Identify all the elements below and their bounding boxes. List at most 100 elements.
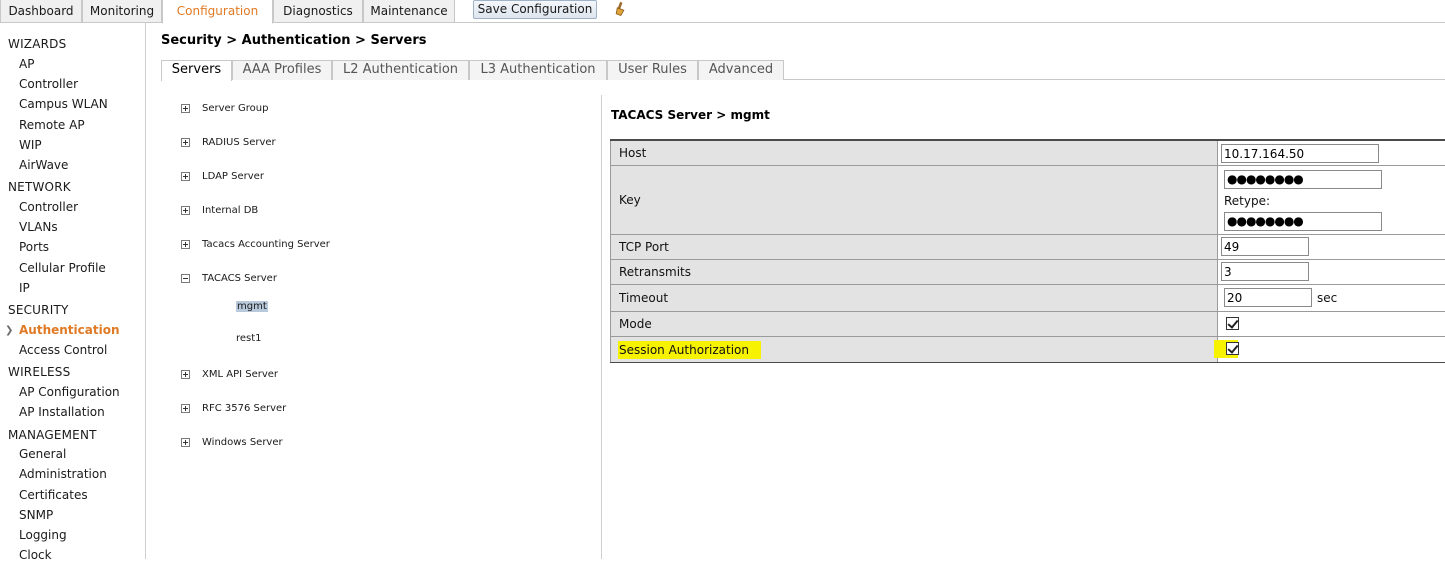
sidebar-section-security: SECURITY [8,303,69,317]
sidebar-item-campus-wlan[interactable]: Campus WLAN [19,97,108,111]
save-configuration-button[interactable]: Save Configuration [473,0,597,19]
mode-label: Mode [610,312,1218,336]
tree-node-rfc-3576-server[interactable]: RFC 3576 Server [181,403,286,414]
tree-child-rest1[interactable]: rest1 [236,333,262,344]
clear-cache-icon[interactable] [612,1,628,17]
retransmits-input[interactable] [1221,262,1309,281]
tree-node-label: RADIUS Server [202,137,276,148]
sidebar-item-wip[interactable]: WIP [19,138,42,152]
panel-title: TACACS Server > mgmt [611,108,770,122]
tree-node-label: Server Group [202,103,269,114]
sidebar-section-wireless: WIRELESS [8,365,71,379]
tab-l2-authentication[interactable]: L2 Authentication [332,60,469,80]
form-row-key: Key ●●●●●●●● Retype: ●●●●●●●● [610,166,1445,235]
sidebar-section-wizards: WIZARDS [8,37,67,51]
expand-icon[interactable] [181,171,190,181]
expand-icon[interactable] [181,103,190,113]
sidebar-item-certificates[interactable]: Certificates [19,488,88,502]
sidebar-item-ip[interactable]: IP [19,281,30,295]
expand-icon[interactable] [181,437,190,447]
tree-node-internal-db[interactable]: Internal DB [181,205,258,216]
tree-node-ldap-server[interactable]: LDAP Server [181,171,264,182]
tab-maintenance[interactable]: Maintenance [363,0,455,23]
tab-l3-authentication[interactable]: L3 Authentication [469,60,607,80]
tree-node-label: XML API Server [202,369,279,380]
tree-node-label: Tacacs Accounting Server [202,239,330,250]
tab-diagnostics[interactable]: Diagnostics [273,0,363,23]
form-row-session-authorization: Session Authorization [610,337,1445,362]
tab-dashboard[interactable]: Dashboard [0,0,82,23]
tab-servers[interactable]: Servers [161,60,232,81]
panel-divider [601,95,602,559]
sidebar-item-network-controller[interactable]: Controller [19,200,78,214]
sidebar-item-wizard-ap[interactable]: AP [19,57,34,71]
timeout-unit: sec [1317,291,1338,305]
sidebar-item-administration[interactable]: Administration [19,467,107,481]
sidebar-item-vlans[interactable]: VLANs [19,220,58,234]
sidebar-item-general[interactable]: General [19,447,66,461]
chevron-right-icon: ❯ [5,325,14,336]
tab-configuration[interactable]: Configuration [162,0,273,24]
expand-icon[interactable] [181,205,190,215]
sidebar-item-ap-installation[interactable]: AP Installation [19,405,105,419]
collapse-icon[interactable] [181,273,190,283]
sidebar-item-authentication[interactable]: Authentication [19,323,120,337]
tree-node-radius-server[interactable]: RADIUS Server [181,137,276,148]
tab-monitoring[interactable]: Monitoring [82,0,162,23]
session-authorization-checkbox[interactable] [1226,342,1239,355]
key-input[interactable]: ●●●●●●●● [1224,170,1382,189]
expand-icon[interactable] [181,137,190,147]
timeout-input[interactable] [1224,288,1312,307]
tcp-port-input[interactable] [1221,237,1309,256]
top-nav-bar: Dashboard Monitoring Configuration Diagn… [0,0,1445,24]
tree-node-tacacs-server[interactable]: TACACS Server [181,273,277,284]
tcp-port-label: TCP Port [610,235,1218,259]
sidebar-item-snmp[interactable]: SNMP [19,508,53,522]
sidebar-item-remote-ap[interactable]: Remote AP [19,118,85,132]
tree-node-tacacs-accounting-server[interactable]: Tacacs Accounting Server [181,239,330,250]
sidebar-item-logging[interactable]: Logging [19,528,67,542]
form-row-host: Host [610,141,1445,166]
tacacs-server-form: Host Key ●●●●●●●● Retype: ●●●●●●●● TCP P… [610,139,1445,363]
tab-aaa-profiles[interactable]: AAA Profiles [232,60,332,80]
sidebar-section-management: MANAGEMENT [8,428,97,442]
sub-tab-bar: Servers AAA Profiles L2 Authentication L… [161,60,1445,81]
form-row-mode: Mode [610,312,1445,337]
retransmits-label: Retransmits [610,260,1218,284]
expand-icon[interactable] [181,369,190,379]
retype-key-input[interactable]: ●●●●●●●● [1224,212,1382,231]
form-row-timeout: Timeout sec [610,285,1445,312]
mode-checkbox[interactable] [1226,317,1239,330]
tab-user-rules[interactable]: User Rules [607,60,698,80]
tree-node-label: LDAP Server [202,171,264,182]
tree-node-label: RFC 3576 Server [202,403,287,414]
sidebar-item-wizard-controller[interactable]: Controller [19,77,78,91]
sidebar-item-clock[interactable]: Clock [19,548,52,562]
breadcrumb: Security > Authentication > Servers [161,33,427,48]
host-input[interactable] [1221,144,1379,163]
sidebar-section-network: NETWORK [8,180,71,194]
sidebar-item-ports[interactable]: Ports [19,240,49,254]
tree-node-windows-server[interactable]: Windows Server [181,437,283,448]
tree-node-label: Windows Server [202,437,283,448]
sidebar-item-airwave[interactable]: AirWave [19,158,68,172]
key-label: Key [610,166,1218,234]
sidebar-item-cellular-profile[interactable]: Cellular Profile [19,261,106,275]
expand-icon[interactable] [181,239,190,249]
session-authorization-label-cell: Session Authorization [610,337,1218,362]
tree-node-label: Internal DB [202,205,259,216]
form-row-tcp-port: TCP Port [610,235,1445,260]
sidebar-item-ap-configuration[interactable]: AP Configuration [19,385,120,399]
tree-node-label: TACACS Server [202,273,277,284]
session-authorization-label: Session Authorization [618,340,761,359]
sidebar-item-access-control[interactable]: Access Control [19,343,107,357]
sidebar: WIZARDS AP Controller Campus WLAN Remote… [0,23,146,562]
tree-child-mgmt[interactable]: mgmt [236,301,268,312]
form-row-retransmits: Retransmits [610,260,1445,285]
timeout-label: Timeout [610,285,1218,311]
tree-node-server-group[interactable]: Server Group [181,103,268,114]
tree-node-xml-api-server[interactable]: XML API Server [181,369,278,380]
expand-icon[interactable] [181,403,190,413]
tab-advanced[interactable]: Advanced [698,60,784,80]
host-label: Host [610,141,1218,165]
